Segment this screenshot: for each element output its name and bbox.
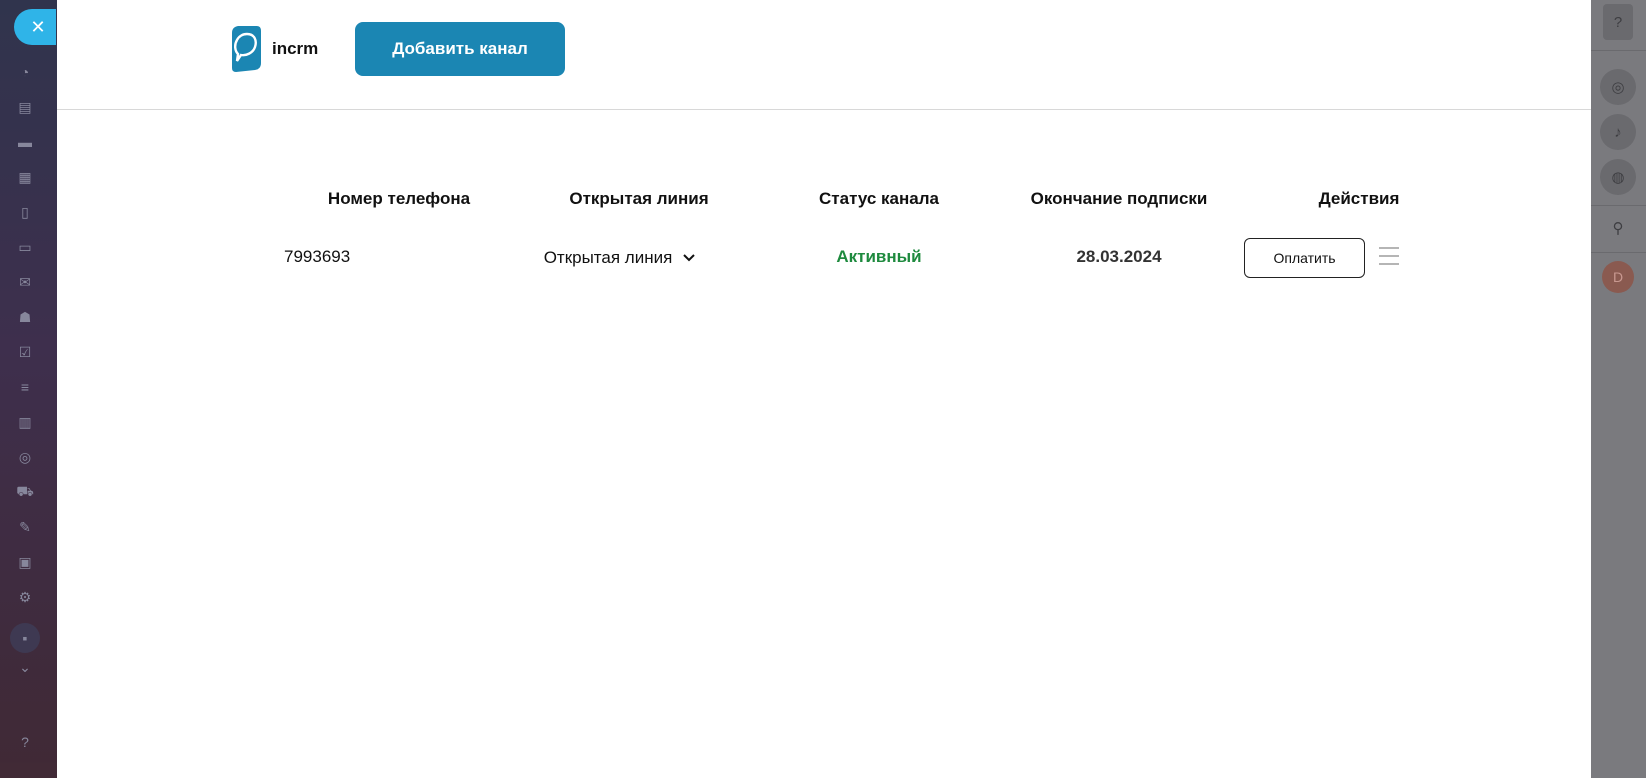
help-icon[interactable]: ?: [16, 733, 34, 751]
groups-icon[interactable]: ☗: [16, 308, 34, 326]
drive-icon[interactable]: ▭: [16, 238, 34, 256]
channels-panel: incrm Добавить канал Номер телефона Откр…: [57, 0, 1591, 778]
open-line-value: Открытая линия: [543, 248, 673, 267]
pay-button[interactable]: Оплатить: [1244, 238, 1365, 278]
search-icon[interactable]: ⚲: [1600, 210, 1636, 246]
divider: [1591, 50, 1646, 51]
status-badge: Активный: [836, 247, 922, 266]
company-icon[interactable]: ▥: [16, 413, 34, 431]
feed-icon[interactable]: ▤: [16, 98, 34, 116]
column-header-actions: Действия: [1318, 189, 1400, 208]
left-sidebar: ◔ ▤ ▬ ▦ ▯ ▭ ✉ ☗ ☑ ≡ ▥ ◎ ⛟ ✎ ▣ ⚙ ▪ ⌄ ?: [0, 0, 57, 778]
open-line-select[interactable]: Открытая линия: [510, 248, 730, 268]
column-header-open-line: Открытая линия: [569, 189, 709, 208]
column-header-subscription-end: Окончание подписки: [1030, 189, 1208, 208]
mail-icon[interactable]: ✉: [16, 273, 34, 291]
avatar[interactable]: D: [1602, 261, 1634, 293]
close-icon: ✕: [30, 16, 46, 37]
apps-icon[interactable]: ▪: [10, 623, 40, 653]
panel-header: incrm Добавить канал: [57, 0, 1591, 110]
logo-icon: [232, 26, 261, 72]
robot-icon[interactable]: ⚙: [16, 588, 34, 606]
avatar-letter: D: [1612, 269, 1624, 285]
chat-icon[interactable]: ▬: [16, 133, 34, 151]
cell-phone: 7993693: [284, 247, 351, 266]
chevron-down-icon: [683, 254, 696, 262]
bell-icon[interactable]: ♪: [1600, 114, 1636, 150]
messenger-icon[interactable]: ◍: [1600, 159, 1636, 195]
right-sidebar: ? ◎ ♪ ◍ ⚲ D: [1591, 0, 1646, 778]
close-button[interactable]: ✕: [14, 9, 56, 45]
column-header-phone: Номер телефона: [327, 189, 471, 208]
target-icon[interactable]: ◎: [16, 448, 34, 466]
sign-icon[interactable]: ✎: [16, 518, 34, 536]
filter-icon[interactable]: ≡: [16, 378, 34, 396]
support-icon[interactable]: ◎: [1600, 69, 1636, 105]
divider: [1591, 252, 1646, 253]
menu-icon[interactable]: [1379, 247, 1399, 265]
document-icon[interactable]: ▯: [16, 203, 34, 221]
tasks-icon[interactable]: ☑: [16, 343, 34, 361]
calendar-icon[interactable]: ▦: [16, 168, 34, 186]
more-icon[interactable]: ⌄: [16, 658, 34, 676]
column-header-status: Статус канала: [819, 189, 939, 208]
cart-icon[interactable]: ⛟: [16, 483, 34, 501]
contact-card-icon[interactable]: ▣: [16, 553, 34, 571]
divider: [1591, 205, 1646, 206]
dashboard-icon[interactable]: ◔: [16, 63, 34, 81]
logo-text: incrm: [272, 39, 319, 58]
add-channel-button[interactable]: Добавить канал: [355, 22, 565, 76]
cell-subscription-end: 28.03.2024: [1076, 247, 1162, 266]
logo: incrm: [228, 25, 318, 73]
help-icon[interactable]: ?: [1603, 4, 1633, 40]
